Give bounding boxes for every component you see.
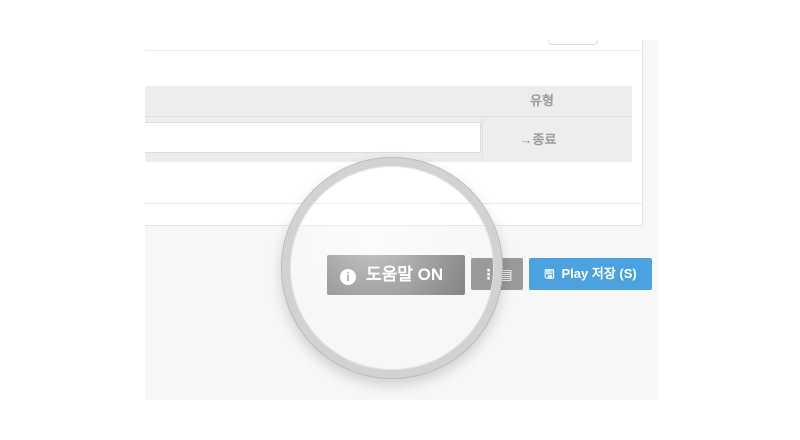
help-toggle-button[interactable]: i 도움말 ON [327,255,465,295]
divider [145,203,642,204]
floppy-disk-icon: 🖫 [544,267,555,281]
divider [145,50,642,51]
info-circle-icon: i [340,269,356,285]
cell-divider [482,117,483,162]
flow-table: 유형 →종료 [145,86,632,162]
help-button-label: 도움말 ON [366,265,444,284]
row-type-cell[interactable]: →종료 [503,117,573,162]
play-save-button[interactable]: 🖫 Play 저장 (S) [529,258,652,290]
table-row: →종료 [145,117,632,162]
editor-area: 유형 →종료 i 도움말 ON ⋮ ▤ 🖫 Play 저장 (S) [145,40,658,400]
row-text-field[interactable] [145,122,481,153]
column-header-type: 유형 [530,93,554,108]
content-panel: 유형 →종료 [145,40,643,226]
table-header: 유형 [145,86,632,117]
more-options-button[interactable]: ⋮ ▤ [471,258,523,290]
more-button-label: ⋮ ▤ [481,266,513,282]
top-action-button[interactable] [548,40,598,45]
save-button-label: Play 저장 (S) [561,266,637,281]
